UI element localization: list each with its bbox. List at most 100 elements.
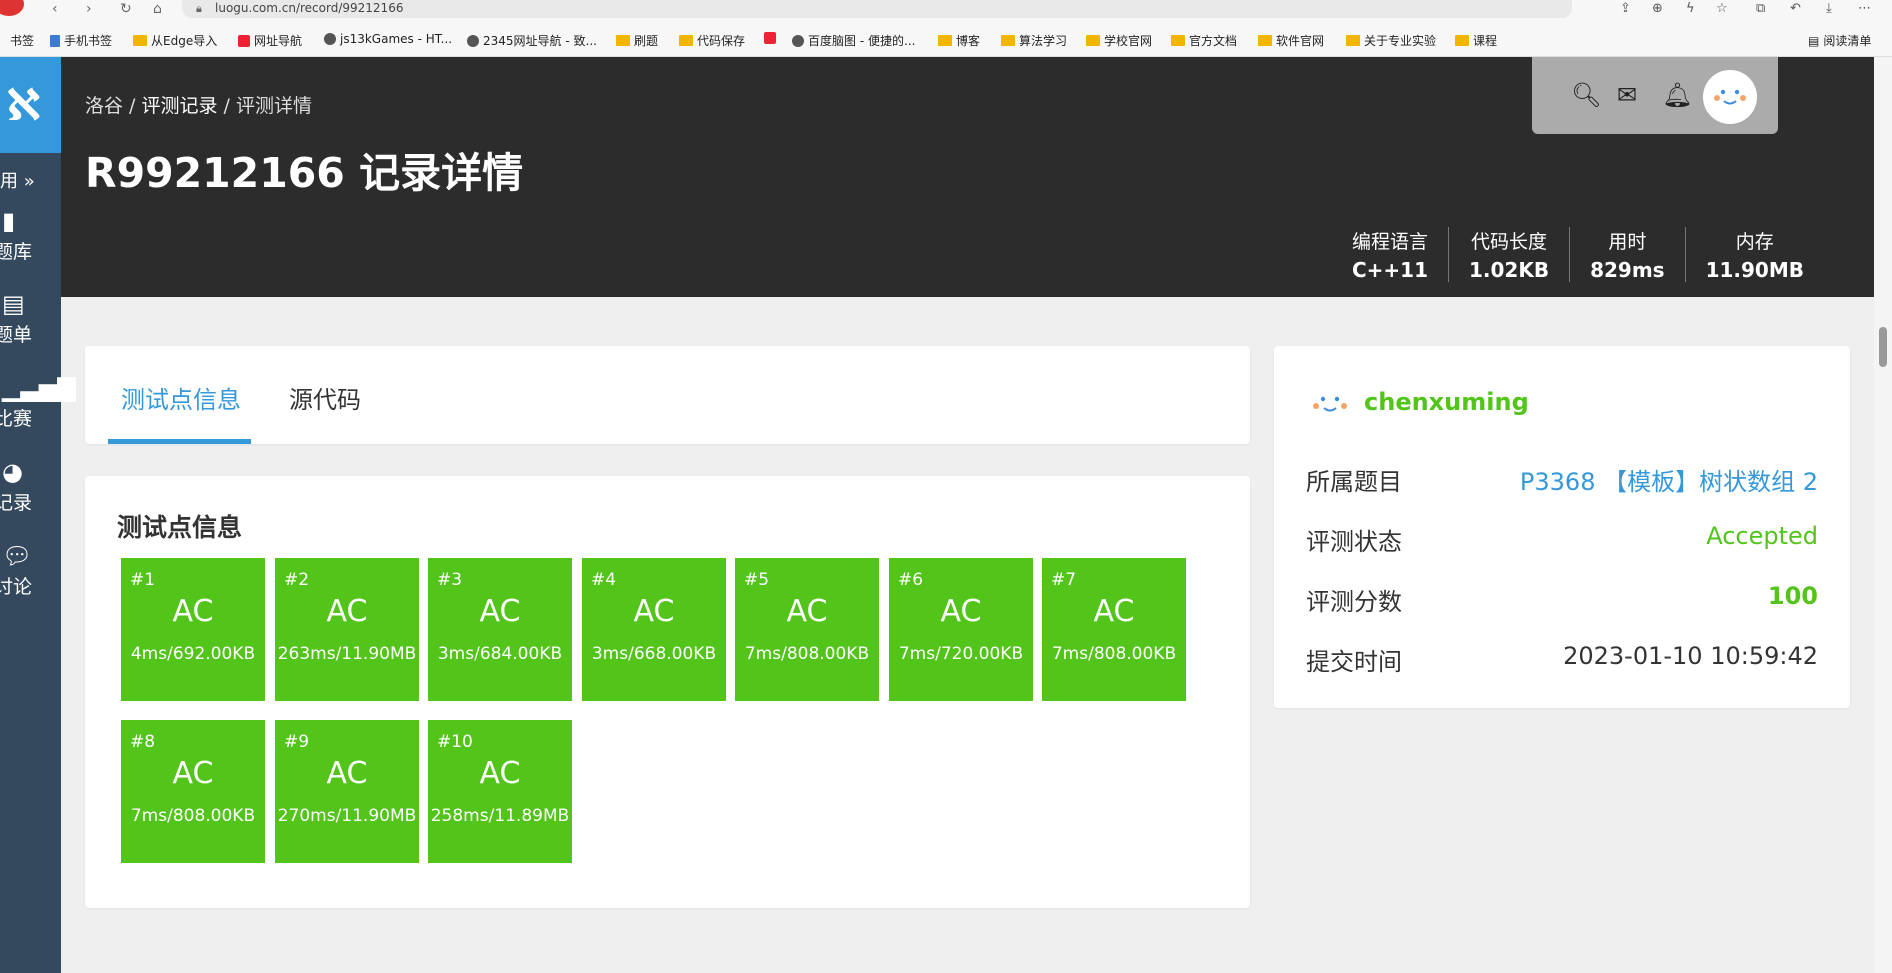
testcase-number: #7 bbox=[1051, 570, 1077, 590]
search-icon[interactable]: 🔍︎ bbox=[1571, 81, 1601, 109]
testcase-tile[interactable]: #3 AC 3ms/684.00KB bbox=[428, 558, 572, 701]
zoom-icon[interactable]: ⊕ bbox=[1652, 1, 1663, 16]
breadcrumb-separator: / bbox=[217, 95, 236, 117]
tab-testcases[interactable]: 测试点信息 bbox=[121, 380, 241, 415]
user-avatar-small-icon[interactable] bbox=[1308, 386, 1352, 420]
bookmark-item[interactable]: 2345网址导航 - 致... bbox=[467, 32, 597, 49]
browser-toolbar: ‹ › ↻ ⌂ 🔒︎ luogu.com.cn/record/99212166 … bbox=[0, 0, 1892, 22]
folder-icon bbox=[616, 35, 630, 46]
scrollbar-thumb[interactable] bbox=[1879, 327, 1887, 367]
site-icon bbox=[324, 33, 336, 45]
testcase-number: #9 bbox=[284, 732, 310, 752]
testcase-status: AC bbox=[172, 594, 214, 629]
bookmark-item[interactable]: 百度脑图 - 便捷的... bbox=[792, 32, 915, 49]
testcase-status: AC bbox=[479, 594, 521, 629]
refresh-icon[interactable]: ↻ bbox=[120, 1, 132, 17]
tab-source-code[interactable]: 源代码 bbox=[289, 380, 361, 415]
bookmark-item[interactable]: 博客 bbox=[938, 32, 980, 49]
sidebar-item-label: 题单 bbox=[0, 324, 33, 346]
bookmark-label: 关于专业实验 bbox=[1364, 34, 1437, 48]
stat-value: 11.90MB bbox=[1705, 258, 1804, 282]
testcase-tile[interactable]: #10 AC 258ms/11.89MB bbox=[428, 720, 572, 863]
user-avatar[interactable] bbox=[1703, 70, 1757, 124]
sidebar-expand-label: 用 bbox=[0, 171, 18, 192]
page-scrollbar[interactable] bbox=[1874, 57, 1892, 973]
testcases-card: 测试点信息 #1 AC 4ms/692.00KB #2 AC 263ms/11.90MB… bbox=[85, 476, 1250, 908]
testcase-tile[interactable]: #5 AC 7ms/808.00KB bbox=[735, 558, 879, 701]
sidebar-item-discuss[interactable]: 💬︎ 讨论 bbox=[0, 542, 61, 599]
testcase-number: #3 bbox=[437, 570, 463, 590]
bookmark-item[interactable]: 关于专业实验 bbox=[1346, 32, 1436, 49]
stat-label: 代码长度 bbox=[1471, 231, 1548, 253]
folder-icon bbox=[938, 35, 952, 46]
address-url[interactable]: luogu.com.cn/record/99212166 bbox=[215, 1, 403, 15]
problem-link[interactable]: P3368 【模板】树状数组 2 bbox=[1520, 462, 1818, 497]
bell-icon[interactable]: 🔔︎ bbox=[1662, 81, 1692, 109]
avatar-face-icon bbox=[1714, 89, 1746, 105]
breadcrumb-records[interactable]: 评测记录 bbox=[142, 95, 218, 117]
testcase-tile[interactable]: #1 AC 4ms/692.00KB bbox=[121, 558, 265, 701]
bookmark-item[interactable]: 学校官网 bbox=[1086, 32, 1152, 49]
bookmark-item[interactable]: 书签 bbox=[10, 32, 34, 49]
record-info-card: chenxuming 所属题目 P3368 【模板】树状数组 2 评测状态 Ac… bbox=[1274, 346, 1850, 708]
lock-icon: 🔒︎ bbox=[196, 2, 202, 15]
bookmark-item[interactable]: 官方文档 bbox=[1171, 32, 1237, 49]
testcase-tile[interactable]: #4 AC 3ms/668.00KB bbox=[582, 558, 726, 701]
extensions-icon[interactable]: ⧉ bbox=[1756, 1, 1765, 16]
sidebar-expand-button[interactable]: 用 » bbox=[0, 167, 35, 193]
share-icon[interactable]: ⇪ bbox=[1620, 1, 1631, 16]
home-icon[interactable]: ⌂ bbox=[153, 1, 162, 17]
sidebar-item-label: 比赛 bbox=[0, 408, 33, 430]
bookmark-item[interactable]: 刷题 bbox=[616, 32, 658, 49]
testcase-tile[interactable]: #8 AC 7ms/808.00KB bbox=[121, 720, 265, 863]
reading-list[interactable]: ▤ 阅读清单 bbox=[1808, 32, 1871, 49]
username-link[interactable]: chenxuming bbox=[1364, 388, 1529, 416]
bar-signal-icon: ▁▃▅▇ bbox=[2, 374, 76, 402]
testcase-resource: 258ms/11.89MB bbox=[430, 806, 570, 826]
stat-value: 829ms bbox=[1590, 258, 1665, 282]
sidebar-item-record[interactable]: ◕ 记录 bbox=[0, 458, 61, 515]
info-label-problem: 所属题目 bbox=[1306, 468, 1402, 496]
back-icon[interactable]: ‹ bbox=[52, 1, 58, 17]
tab-favicon-icon bbox=[0, 0, 24, 16]
sidebar-item-contest[interactable]: ▁▃▅▇ 比赛 bbox=[0, 374, 76, 431]
record-header: 洛谷 / 评测记录 / 评测详情 R99212166 记录详情 🔍︎ ✉ 🔔︎ … bbox=[61, 57, 1874, 297]
sidebar-item-problems[interactable]: ▮ 题库 bbox=[0, 207, 61, 264]
mobile-bookmark-icon bbox=[50, 34, 60, 47]
bookmark-item[interactable]: 手机书签 bbox=[50, 32, 112, 49]
luogu-logo[interactable]: ℵ bbox=[0, 57, 61, 153]
favorite-star-icon[interactable]: ☆ bbox=[1716, 1, 1728, 16]
bookmark-item[interactable]: 算法学习 bbox=[1001, 32, 1067, 49]
bookmark-item[interactable]: js13kGames - HT... bbox=[324, 32, 452, 46]
testcase-tile[interactable]: #2 AC 263ms/11.90MB bbox=[275, 558, 419, 701]
bookmark-label: 刷题 bbox=[634, 34, 659, 48]
info-label-submit-time: 提交时间 bbox=[1306, 648, 1402, 676]
bookmark-label: 百度脑图 - 便捷的... bbox=[808, 34, 916, 48]
breadcrumb-root[interactable]: 洛谷 bbox=[85, 95, 123, 117]
folder-icon bbox=[1346, 35, 1360, 46]
folder-icon bbox=[1171, 35, 1185, 46]
tabs-card: 测试点信息 源代码 bbox=[85, 346, 1250, 444]
bookmark-item[interactable]: 网址导航 bbox=[238, 32, 302, 49]
bookmark-item[interactable]: 软件官网 bbox=[1258, 32, 1324, 49]
bookmark-item[interactable]: 代码保存 bbox=[679, 32, 745, 49]
active-tab-indicator bbox=[108, 439, 251, 444]
more-icon[interactable]: ⋯ bbox=[1858, 1, 1871, 16]
bookmark-item[interactable]: C bbox=[764, 32, 776, 44]
breadcrumb: 洛谷 / 评测记录 / 评测详情 bbox=[85, 91, 312, 118]
book-icon: ▮ bbox=[2, 207, 16, 235]
testcase-tile[interactable]: #6 AC 7ms/720.00KB bbox=[889, 558, 1033, 701]
mail-icon[interactable]: ✉ bbox=[1617, 81, 1637, 109]
bookmark-item[interactable]: 课程 bbox=[1455, 32, 1497, 49]
testcase-tile[interactable]: #7 AC 7ms/808.00KB bbox=[1042, 558, 1186, 701]
score-value: 100 bbox=[1767, 582, 1818, 610]
testcase-number: #10 bbox=[437, 732, 473, 752]
testcase-tile[interactable]: #9 AC 270ms/11.90MB bbox=[275, 720, 419, 863]
section-title: 测试点信息 bbox=[117, 513, 243, 542]
lightning-icon[interactable]: ϟ bbox=[1686, 1, 1695, 16]
sidebar-item-training[interactable]: ▤ 题单 bbox=[0, 290, 61, 347]
bookmark-item[interactable]: 从Edge导入 bbox=[133, 32, 217, 49]
download-icon[interactable]: ⤓ bbox=[1826, 1, 1832, 16]
history-icon[interactable]: ↶ bbox=[1790, 1, 1801, 16]
forward-icon[interactable]: › bbox=[86, 1, 92, 17]
